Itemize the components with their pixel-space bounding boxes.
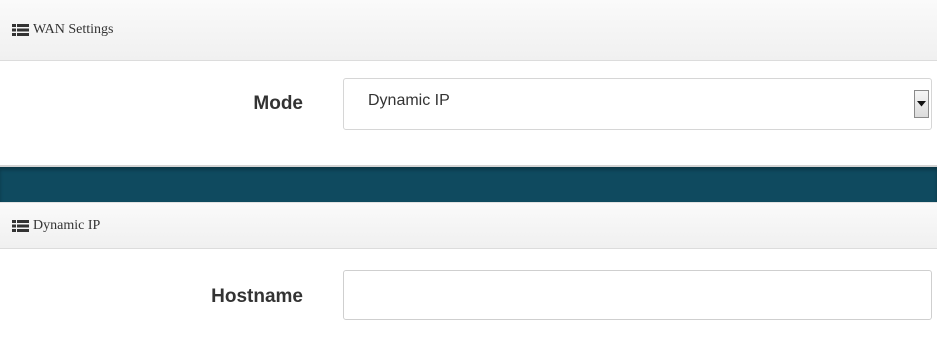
hostname-label: Hostname [211,286,303,307]
list-icon [12,23,29,37]
dynamic-ip-title: Dynamic IP [33,217,101,233]
mode-selected-value: Dynamic IP [368,92,450,109]
mode-row: Mode Dynamic IP [0,61,937,167]
dropdown-arrow-button[interactable] [914,90,929,118]
wan-settings-title: WAN Settings [33,22,114,37]
mode-select[interactable]: Dynamic IP [343,78,932,130]
dynamic-ip-header: Dynamic IP [0,202,937,249]
section-divider-band [0,167,937,202]
caret-down-icon [917,101,926,107]
mode-label: Mode [253,93,303,114]
hostname-input[interactable] [343,270,932,320]
wan-settings-header: WAN Settings [0,0,937,61]
hostname-row: Hostname [0,249,937,356]
list-icon [12,219,29,233]
